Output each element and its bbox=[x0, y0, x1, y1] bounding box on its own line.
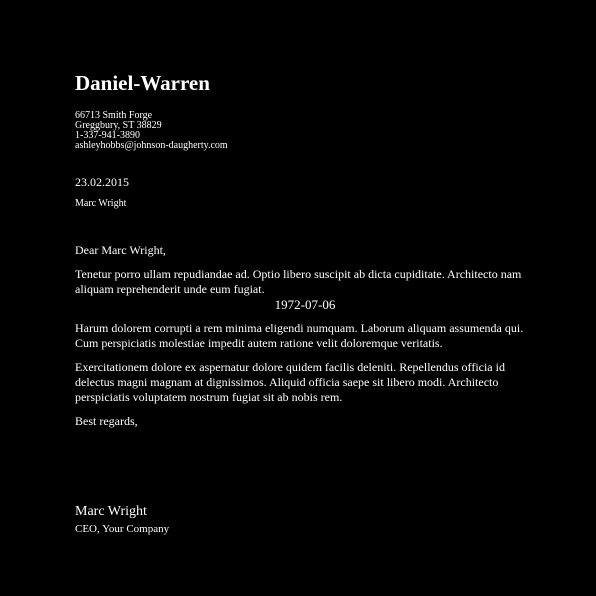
signature-title: CEO, Your Company bbox=[75, 523, 170, 535]
recipient-name: Marc Wright bbox=[75, 198, 127, 209]
centered-date: 1972-07-06 bbox=[274, 297, 336, 312]
closing: Best regards, bbox=[75, 414, 138, 428]
paragraph-2: Harum dolorem corrupti a rem minima elig… bbox=[75, 321, 524, 350]
paragraph-1: Tenetur porro ullam repudiandae ad. Opti… bbox=[75, 267, 522, 296]
signature-name: Marc Wright bbox=[75, 504, 147, 519]
salutation: Dear Marc Wright, bbox=[75, 243, 166, 257]
sender-address: 66713 Smith Forge Greggbury, ST 38829 1-… bbox=[75, 111, 228, 151]
paragraph-3: Exercitationem dolore ex aspernatur dolo… bbox=[75, 360, 505, 404]
address-email: ashleyhobbs@johnson-daugherty.com bbox=[75, 140, 228, 151]
letter-body: Dear Marc Wright, Tenetur porro ullam re… bbox=[75, 243, 535, 429]
company-name: Daniel-Warren bbox=[75, 71, 210, 95]
letter-date: 23.02.2015 bbox=[75, 175, 129, 189]
